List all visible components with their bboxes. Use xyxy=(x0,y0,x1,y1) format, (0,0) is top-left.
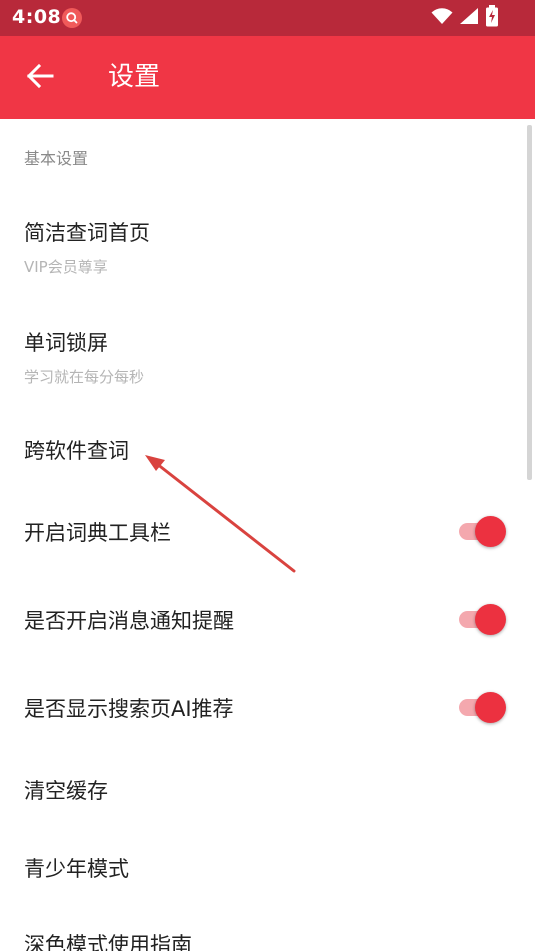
app-bar: 设置 xyxy=(0,36,535,119)
ai-recommendation-toggle[interactable] xyxy=(459,691,507,723)
setting-title: 是否开启消息通知提醒 xyxy=(24,609,234,633)
setting-item-cross-app-lookup[interactable]: 跨软件查词 xyxy=(0,419,525,479)
setting-title: 深色模式使用指南 xyxy=(24,933,192,951)
setting-item-dark-mode-guide[interactable]: 深色模式使用指南 xyxy=(0,917,525,951)
setting-subtitle: 学习就在每分每秒 xyxy=(24,368,145,386)
setting-title: 单词锁屏 xyxy=(24,331,108,355)
status-icons xyxy=(431,5,499,31)
arrow-left-icon xyxy=(25,61,55,95)
setting-item-notification-reminder[interactable]: 是否开启消息通知提醒 xyxy=(0,591,525,651)
scrollbar[interactable] xyxy=(527,125,532,480)
page-title: 设置 xyxy=(108,62,161,92)
signal-icon xyxy=(459,7,479,29)
toggle-thumb xyxy=(475,604,506,635)
setting-item-dictionary-toolbar[interactable]: 开启词典工具栏 xyxy=(0,503,525,563)
setting-title: 是否显示搜索页AI推荐 xyxy=(24,697,234,721)
battery-charging-icon xyxy=(485,5,499,31)
section-header: 基本设置 xyxy=(24,149,89,168)
notification-reminder-toggle[interactable] xyxy=(459,603,507,635)
setting-item-ai-recommendation[interactable]: 是否显示搜索页AI推荐 xyxy=(0,679,525,739)
search-notification-icon xyxy=(62,8,82,28)
setting-title: 清空缓存 xyxy=(24,779,108,803)
wifi-icon xyxy=(431,7,453,29)
setting-item-clear-cache[interactable]: 清空缓存 xyxy=(0,763,525,823)
toggle-thumb xyxy=(475,516,506,547)
back-button[interactable] xyxy=(22,60,58,96)
status-bar: 4:08 xyxy=(0,0,535,36)
settings-list[interactable]: 基本设置 简洁查词首页 VIP会员尊享 单词锁屏 学习就在每分每秒 跨软件查词 … xyxy=(0,119,535,951)
setting-item-word-lockscreen[interactable]: 单词锁屏 学习就在每分每秒 xyxy=(0,311,525,393)
status-time: 4:08 xyxy=(12,6,62,28)
setting-subtitle: VIP会员尊享 xyxy=(24,258,108,276)
setting-title: 青少年模式 xyxy=(24,857,129,881)
dictionary-toolbar-toggle[interactable] xyxy=(459,515,507,547)
setting-item-youth-mode[interactable]: 青少年模式 xyxy=(0,839,525,899)
toggle-thumb xyxy=(475,692,506,723)
setting-item-concise-home[interactable]: 简洁查词首页 VIP会员尊享 xyxy=(0,201,525,283)
setting-title: 简洁查词首页 xyxy=(24,221,150,245)
setting-title: 跨软件查词 xyxy=(24,439,129,463)
setting-title: 开启词典工具栏 xyxy=(24,521,171,545)
